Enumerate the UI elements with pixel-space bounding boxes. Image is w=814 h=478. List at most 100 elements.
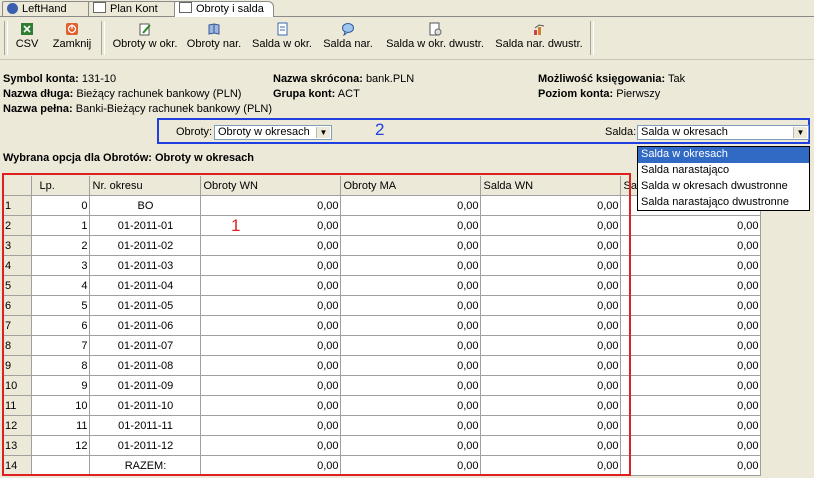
cell-salda-wn[interactable]: 0,00	[480, 355, 621, 376]
dropdown-option[interactable]: Salda narastająco	[638, 163, 809, 179]
cell-salda-wn[interactable]: 0,00	[480, 375, 621, 396]
cell-obroty-wn[interactable]: 0,00	[200, 255, 341, 276]
cell-obroty-wn[interactable]: 0,00	[200, 195, 341, 216]
table-row[interactable]: 2 1 01-2011-01 0,00 0,00 0,00 0,00	[3, 215, 761, 236]
salda-nar-dwustr-button[interactable]: Salda nar. dwustr.	[492, 19, 586, 57]
table-row[interactable]: 8 7 01-2011-07 0,00 0,00 0,00 0,00	[3, 335, 761, 356]
salda-nar-button[interactable]: Salda nar.	[320, 19, 376, 57]
tab-plan-kont[interactable]: Plan Kont	[88, 1, 180, 16]
cell-salda-wn[interactable]: 0,00	[480, 295, 621, 316]
cell-salda-wn[interactable]: 0,00	[480, 275, 621, 296]
table-row[interactable]: 9 8 01-2011-08 0,00 0,00 0,00 0,00	[3, 355, 761, 376]
salda-w-okr-button[interactable]: Salda w okr.	[249, 19, 315, 57]
table-row[interactable]: 3 2 01-2011-02 0,00 0,00 0,00 0,00	[3, 235, 761, 256]
cell-salda-ma[interactable]: 0,00	[620, 355, 761, 376]
cell-obroty-ma[interactable]: 0,00	[340, 215, 481, 236]
dropdown-option[interactable]: Salda narastająco dwustronne	[638, 195, 809, 211]
cell-salda-ma[interactable]: 0,00	[620, 235, 761, 256]
cell-salda-wn[interactable]: 0,00	[480, 455, 621, 476]
cell-salda-ma[interactable]: 0,00	[620, 275, 761, 296]
cell-nr-okresu[interactable]: 01-2011-05	[89, 295, 201, 316]
cell-obroty-ma[interactable]: 0,00	[340, 435, 481, 456]
table-row[interactable]: 14 RAZEM: 0,00 0,00 0,00 0,00	[3, 455, 761, 476]
column-header-nr-okresu[interactable]: Nr. okresu	[89, 176, 201, 196]
column-header-lp[interactable]: Lp.	[31, 176, 90, 196]
cell-obroty-ma[interactable]: 0,00	[340, 355, 481, 376]
table-row[interactable]: 11 10 01-2011-10 0,00 0,00 0,00 0,00	[3, 395, 761, 416]
cell-nr-okresu[interactable]: 01-2011-04	[89, 275, 201, 296]
cell-nr-okresu[interactable]: 01-2011-11	[89, 415, 201, 436]
cell-nr-okresu[interactable]: BO	[89, 195, 201, 216]
cell-lp[interactable]: 1	[31, 215, 90, 236]
cell-lp[interactable]: 0	[31, 195, 90, 216]
cell-lp[interactable]: 5	[31, 295, 90, 316]
cell-obroty-ma[interactable]: 0,00	[340, 315, 481, 336]
cell-obroty-wn[interactable]: 0,00	[200, 315, 341, 336]
table-row[interactable]: 7 6 01-2011-06 0,00 0,00 0,00 0,00	[3, 315, 761, 336]
cell-nr-okresu[interactable]: 01-2011-03	[89, 255, 201, 276]
cell-salda-ma[interactable]: 0,00	[620, 255, 761, 276]
cell-lp[interactable]: 9	[31, 375, 90, 396]
cell-obroty-wn[interactable]: 0,00	[200, 375, 341, 396]
cell-salda-ma[interactable]: 0,00	[620, 455, 761, 476]
cell-lp[interactable]: 10	[31, 395, 90, 416]
cell-salda-wn[interactable]: 0,00	[480, 415, 621, 436]
obroty-nar-button[interactable]: Obroty nar.	[184, 19, 244, 57]
chevron-down-icon[interactable]: ▼	[793, 127, 807, 138]
cell-obroty-wn[interactable]: 0,00	[200, 335, 341, 356]
cell-obroty-ma[interactable]: 0,00	[340, 455, 481, 476]
dropdown-option[interactable]: Salda w okresach	[638, 147, 809, 163]
cell-lp[interactable]: 2	[31, 235, 90, 256]
cell-nr-okresu[interactable]: 01-2011-12	[89, 435, 201, 456]
cell-obroty-ma[interactable]: 0,00	[340, 375, 481, 396]
cell-nr-okresu[interactable]: 01-2011-06	[89, 315, 201, 336]
cell-obroty-ma[interactable]: 0,00	[340, 415, 481, 436]
tab-obroty-i-salda[interactable]: Obroty i salda	[174, 1, 274, 17]
cell-obroty-ma[interactable]: 0,00	[340, 275, 481, 296]
table-row[interactable]: 4 3 01-2011-03 0,00 0,00 0,00 0,00	[3, 255, 761, 276]
column-header-salda-wn[interactable]: Salda WN	[480, 176, 621, 196]
cell-nr-okresu[interactable]: 01-2011-01	[89, 215, 201, 236]
cell-salda-ma[interactable]: 0,00	[620, 375, 761, 396]
dropdown-option[interactable]: Salda w okresach dwustronne	[638, 179, 809, 195]
cell-obroty-wn[interactable]: 0,00	[200, 415, 341, 436]
cell-salda-wn[interactable]: 0,00	[480, 215, 621, 236]
cell-salda-wn[interactable]: 0,00	[480, 195, 621, 216]
cell-lp[interactable]: 12	[31, 435, 90, 456]
cell-nr-okresu[interactable]: 01-2011-08	[89, 355, 201, 376]
column-header-obroty-wn[interactable]: Obroty WN	[200, 176, 341, 196]
table-row[interactable]: 5 4 01-2011-04 0,00 0,00 0,00 0,00	[3, 275, 761, 296]
cell-salda-ma[interactable]: 0,00	[620, 315, 761, 336]
cell-obroty-wn[interactable]: 0,00	[200, 455, 341, 476]
cell-nr-okresu[interactable]: 01-2011-09	[89, 375, 201, 396]
cell-obroty-ma[interactable]: 0,00	[340, 235, 481, 256]
salda-w-okr-dwustr-button[interactable]: Salda w okr. dwustr.	[383, 19, 487, 57]
cell-lp[interactable]: 11	[31, 415, 90, 436]
cell-salda-wn[interactable]: 0,00	[480, 335, 621, 356]
cell-obroty-wn[interactable]: 0,00	[200, 355, 341, 376]
cell-salda-wn[interactable]: 0,00	[480, 395, 621, 416]
cell-lp[interactable]: 6	[31, 315, 90, 336]
cell-salda-wn[interactable]: 0,00	[480, 315, 621, 336]
cell-salda-ma[interactable]: 0,00	[620, 295, 761, 316]
csv-button[interactable]: CSV	[12, 19, 42, 57]
cell-lp[interactable]: 8	[31, 355, 90, 376]
cell-obroty-ma[interactable]: 0,00	[340, 255, 481, 276]
table-row[interactable]: 12 11 01-2011-11 0,00 0,00 0,00 0,00	[3, 415, 761, 436]
cell-nr-okresu[interactable]: 01-2011-10	[89, 395, 201, 416]
cell-salda-ma[interactable]: 0,00	[620, 435, 761, 456]
cell-obroty-wn[interactable]: 0,00	[200, 235, 341, 256]
cell-lp[interactable]: 3	[31, 255, 90, 276]
obroty-select[interactable]: Obroty w okresach ▼	[214, 125, 332, 140]
cell-lp[interactable]	[31, 455, 90, 476]
tab-lefthand[interactable]: LeftHand	[2, 1, 94, 16]
cell-obroty-wn[interactable]: 0,00	[200, 395, 341, 416]
column-header-obroty-ma[interactable]: Obroty MA	[340, 176, 481, 196]
cell-obroty-wn[interactable]: 0,00	[200, 275, 341, 296]
cell-obroty-ma[interactable]: 0,00	[340, 335, 481, 356]
cell-salda-wn[interactable]: 0,00	[480, 235, 621, 256]
cell-salda-wn[interactable]: 0,00	[480, 435, 621, 456]
cell-nr-okresu[interactable]: RAZEM:	[89, 455, 201, 476]
cell-obroty-wn[interactable]: 0,00	[200, 435, 341, 456]
table-row[interactable]: 13 12 01-2011-12 0,00 0,00 0,00 0,00	[3, 435, 761, 456]
